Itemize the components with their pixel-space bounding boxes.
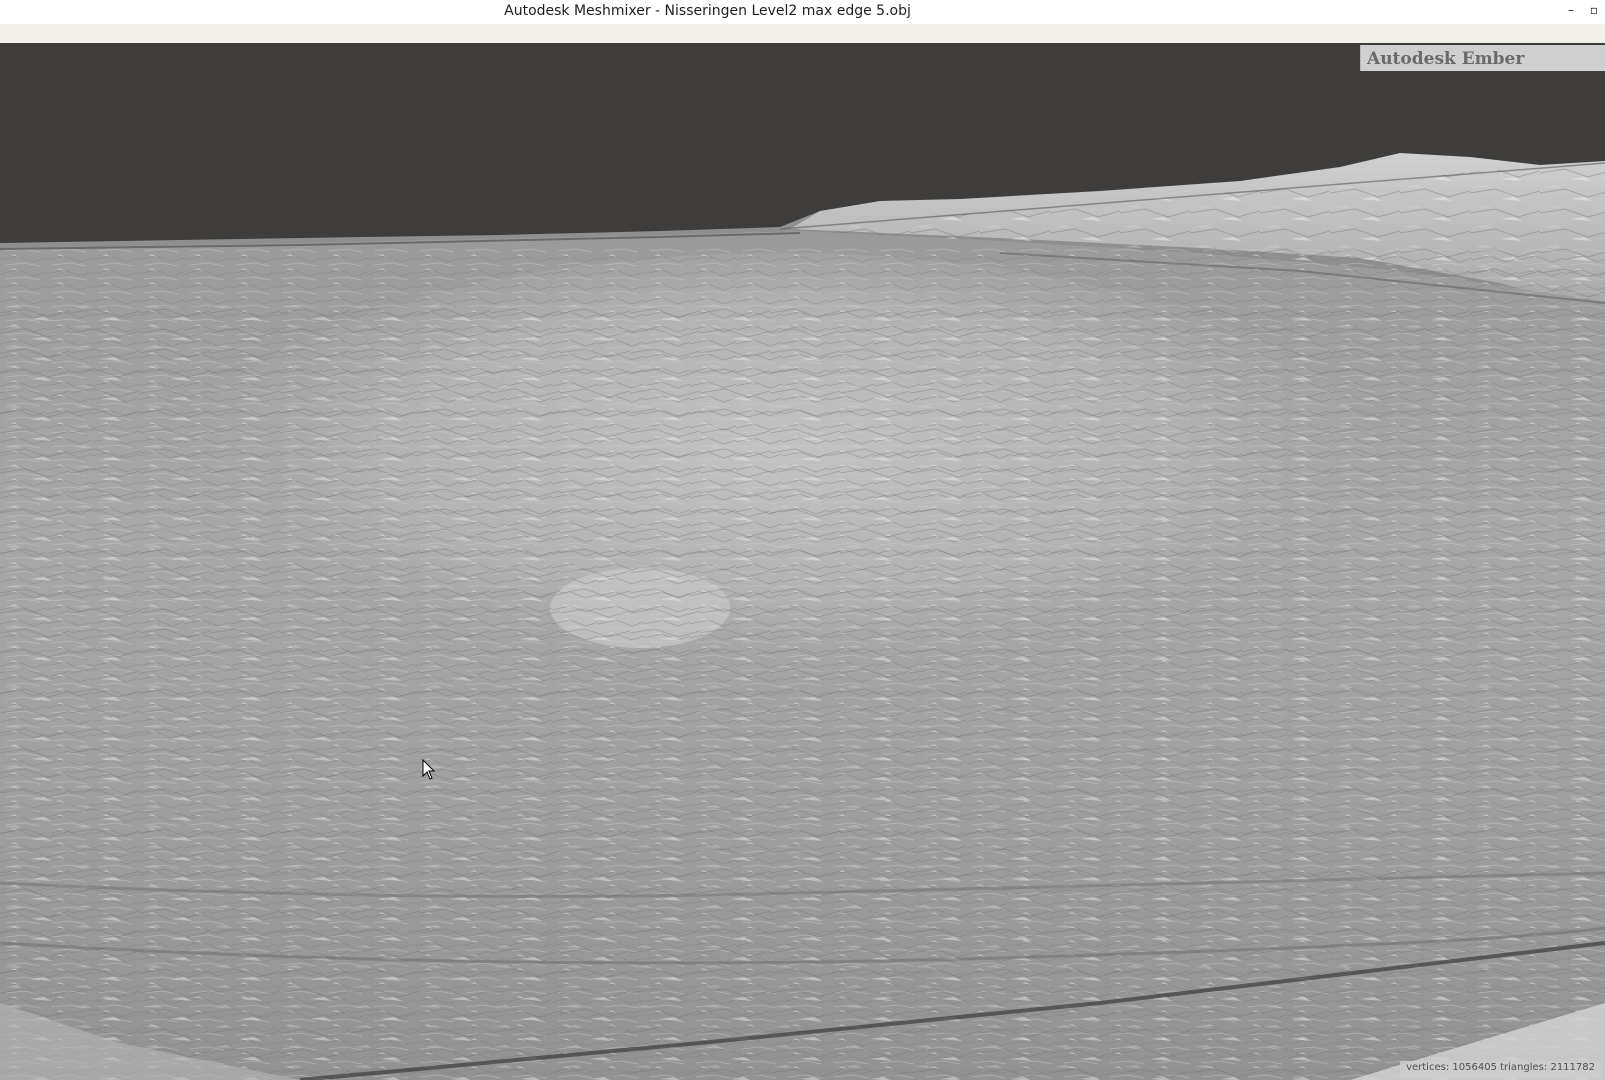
maximize-button[interactable]: ▫ <box>1583 0 1605 22</box>
vertices-label: vertices: <box>1406 1062 1450 1073</box>
ember-badge[interactable]: Autodesk Ember <box>1360 45 1605 71</box>
mesh-stats: vertices: 1056405 triangles: 2111782 <box>1400 1061 1601 1078</box>
minimize-button[interactable]: – <box>1560 0 1582 22</box>
window-title: Autodesk Meshmixer - Nisseringen Level2 … <box>504 3 911 19</box>
menu-bar <box>0 24 1605 44</box>
terrain-mesh[interactable] <box>0 43 1605 1080</box>
mouse-pointer-icon <box>422 759 436 781</box>
title-bar: Autodesk Meshmixer - Nisseringen Level2 … <box>0 0 1605 24</box>
triangles-count: 2111782 <box>1550 1062 1595 1073</box>
triangles-label: triangles: <box>1500 1062 1548 1073</box>
3d-viewport[interactable]: Autodesk Ember vertices: 1056405 triangl… <box>0 43 1605 1080</box>
ember-label: Autodesk Ember <box>1367 49 1525 69</box>
vertices-count: 1056405 <box>1452 1062 1497 1073</box>
